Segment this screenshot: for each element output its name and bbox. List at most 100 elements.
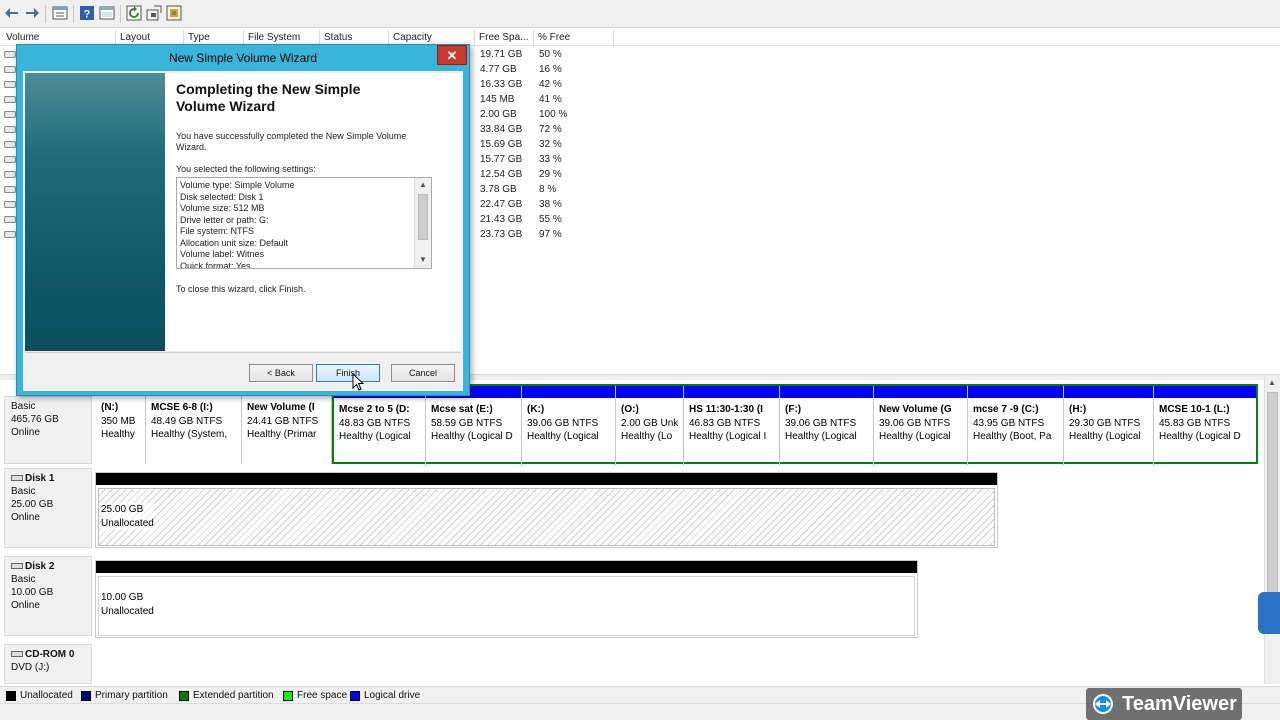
partition-hs-11-30[interactable]: HS 11:30-1:30 (I 46.83 GB NTFS Healthy (Lo… [684, 386, 780, 466]
disk-2-unallocated[interactable]: 10.00 GB Unallocated [95, 560, 918, 638]
volume-icon [4, 126, 16, 133]
partition-k[interactable]: (K:) 39.06 GB NTFS Healthy (Logical [522, 386, 616, 466]
partition-f[interactable]: (F:) 39.06 GB NTFS Healthy (Logical [780, 386, 874, 466]
chevron-down-icon[interactable]: ▼ [418, 255, 428, 265]
legend-extended-partition: Extended partition [179, 689, 274, 702]
disk-1-state: Online [11, 512, 40, 523]
cdrom-label[interactable]: CD-ROM 0 DVD (J:) [4, 644, 92, 684]
partition-mcse-2-to-5[interactable]: Mcse 2 to 5 (D: 48.83 GB NTFS Healthy (Log… [334, 386, 426, 466]
partition-name: Mcse sat (E:) [431, 404, 493, 415]
volume-icon [4, 96, 16, 103]
legend-logical-drive: Logical drive [350, 689, 420, 702]
chevron-up-icon[interactable]: ▲ [418, 180, 428, 190]
wizard-banner-image [25, 73, 165, 351]
setting-line: Volume size: 512 MB [180, 203, 265, 213]
help-icon[interactable]: ? [79, 5, 95, 21]
partition-name: (K:) [527, 404, 545, 415]
partition-mcse-7-9[interactable]: mcse 7 -9 (C:) 43.95 GB NTFS Healthy (Boot… [968, 386, 1064, 466]
column-percent-free[interactable]: % Free [534, 30, 614, 46]
cancel-button[interactable]: Cancel [391, 364, 455, 382]
refresh-icon[interactable] [126, 5, 142, 21]
disk-2-label[interactable]: Disk 2 Basic 10.00 GB Online [4, 556, 92, 636]
teamviewer-logo-icon [1093, 694, 1113, 714]
setting-line: Allocation unit size: Default [180, 237, 289, 248]
toolbar: ? [0, 0, 1280, 28]
finish-button[interactable]: Finish [316, 364, 380, 382]
percent-free-cell: 42 % [539, 79, 562, 90]
list-view-icon[interactable] [99, 5, 115, 21]
volume-icon [4, 141, 16, 148]
back-arrow-icon[interactable] [4, 5, 20, 21]
percent-free-cell: 41 % [539, 94, 562, 105]
disk-2-type: Basic [11, 574, 36, 585]
percent-free-cell: 38 % [539, 199, 562, 210]
percent-free-cell: 29 % [539, 169, 562, 180]
properties-icon[interactable] [52, 5, 68, 21]
partition-name: MCSE 10-1 (L:) [1159, 404, 1230, 415]
disk-1-type: Basic [11, 486, 36, 497]
percent-free-cell: 100 % [539, 109, 568, 120]
legend-free-space: Free space [283, 689, 347, 702]
settings-icon[interactable] [166, 5, 182, 21]
partition-size: 39.06 GB NTFS [527, 417, 599, 429]
svg-text:?: ? [84, 9, 91, 21]
forward-arrow-icon[interactable] [24, 5, 40, 21]
disk-0-label[interactable]: Basic 465.76 GB Online [4, 396, 92, 464]
free-space-cell: 12.54 GB [480, 169, 523, 180]
rescan-icon[interactable] [146, 5, 162, 21]
partition-status: Healthy (Logical [339, 431, 411, 442]
partition-mcse-sat[interactable]: Mcse sat (E:) 58.59 GB NTFS Healthy (Logic… [426, 386, 522, 466]
partition-name: mcse 7 -9 (C:) [973, 404, 1039, 415]
partition-h[interactable]: (H:) 29.30 GB NTFS Healthy (Logical [1064, 386, 1154, 466]
wizard-title: New Simple Volume Wizard [168, 51, 318, 65]
partition-size: 46.83 GB NTFS [689, 417, 761, 429]
partition-name: Mcse 2 to 5 (D: [339, 404, 410, 415]
free-space-cell: 145 MB [480, 94, 515, 105]
teamviewer-side-tab[interactable] [1258, 592, 1280, 634]
unallocated-size: 25.00 GB [101, 504, 144, 515]
partition-mcse-10-1[interactable]: MCSE 10-1 (L:) 45.83 GB NTFS Healthy (Logi… [1154, 386, 1256, 466]
disk-0-state: Online [11, 427, 40, 438]
partition-size: 39.06 GB NTFS [785, 417, 857, 429]
setting-line: Quick format: Yes [180, 260, 251, 269]
cdrom-icon [11, 651, 23, 657]
partition-status: Healthy (Logical D [1159, 431, 1241, 442]
partition-name: (H:) [1069, 404, 1087, 415]
settings-scrollbar[interactable]: ▲ ▼ [414, 178, 431, 268]
free-space-cell: 4.77 GB [480, 64, 517, 75]
disk-1-label[interactable]: Disk 1 Basic 25.00 GB Online [4, 468, 92, 548]
partition-new-volume-g[interactable]: New Volume (G 39.06 GB NTFS Healthy (Logic… [874, 386, 968, 466]
extended-partition[interactable]: Mcse 2 to 5 (D: 48.83 GB NTFS Healthy (Log… [332, 384, 1258, 466]
partition-new-volume-i[interactable]: New Volume (I 24.41 GB NTFS Healthy (Prima… [242, 384, 332, 464]
column-free-space[interactable]: Free Spa... [475, 30, 534, 46]
partition-status: Healthy (Logical [879, 431, 951, 442]
scrollbar-thumb[interactable] [1267, 392, 1278, 598]
scroll-up-icon[interactable]: ▲ [1268, 378, 1276, 387]
success-text: You have successfully completed the New … [176, 131, 407, 152]
volume-icon [4, 66, 16, 73]
partition-o[interactable]: (O:) 2.00 GB Unk Healthy (Lo [616, 386, 684, 466]
new-simple-volume-wizard: New Simple Volume Wizard ✕ Completing th… [16, 44, 470, 396]
unallocated-label: Unallocated [101, 605, 154, 617]
disk-1-unallocated[interactable]: 25.00 GB Unallocated [95, 472, 998, 548]
partition-mcse-6-8[interactable]: MCSE 6-8 (I:) 48.49 GB NTFS Healthy (Syste… [146, 384, 242, 464]
percent-free-cell: 72 % [539, 124, 562, 135]
disk-2-name: Disk 2 [25, 561, 55, 572]
unallocated-label: Unallocated [101, 517, 154, 529]
disk-1-size: 25.00 GB [11, 499, 54, 510]
partition-n[interactable]: (N:) 350 MB Healthy [96, 384, 146, 464]
partition-name: (O:) [621, 404, 639, 415]
percent-free-cell: 32 % [539, 139, 562, 150]
partition-status: Healthy (Logical [527, 431, 599, 442]
volume-icon [4, 81, 16, 88]
back-button[interactable]: < Back [249, 364, 313, 382]
disk-map-scrollbar[interactable]: ▲ [1264, 376, 1280, 684]
close-button[interactable]: ✕ [437, 45, 467, 65]
settings-summary-box[interactable]: Volume type: Simple Volume Disk selected… [176, 177, 432, 269]
partition-size: 350 MB [101, 415, 136, 427]
scrollbar-thumb[interactable] [418, 194, 428, 240]
disk-0-size: 465.76 GB [11, 414, 59, 425]
volume-icon [4, 156, 16, 163]
free-space-cell: 16.33 GB [480, 79, 523, 90]
free-space-cell: 2.00 GB [480, 109, 517, 120]
